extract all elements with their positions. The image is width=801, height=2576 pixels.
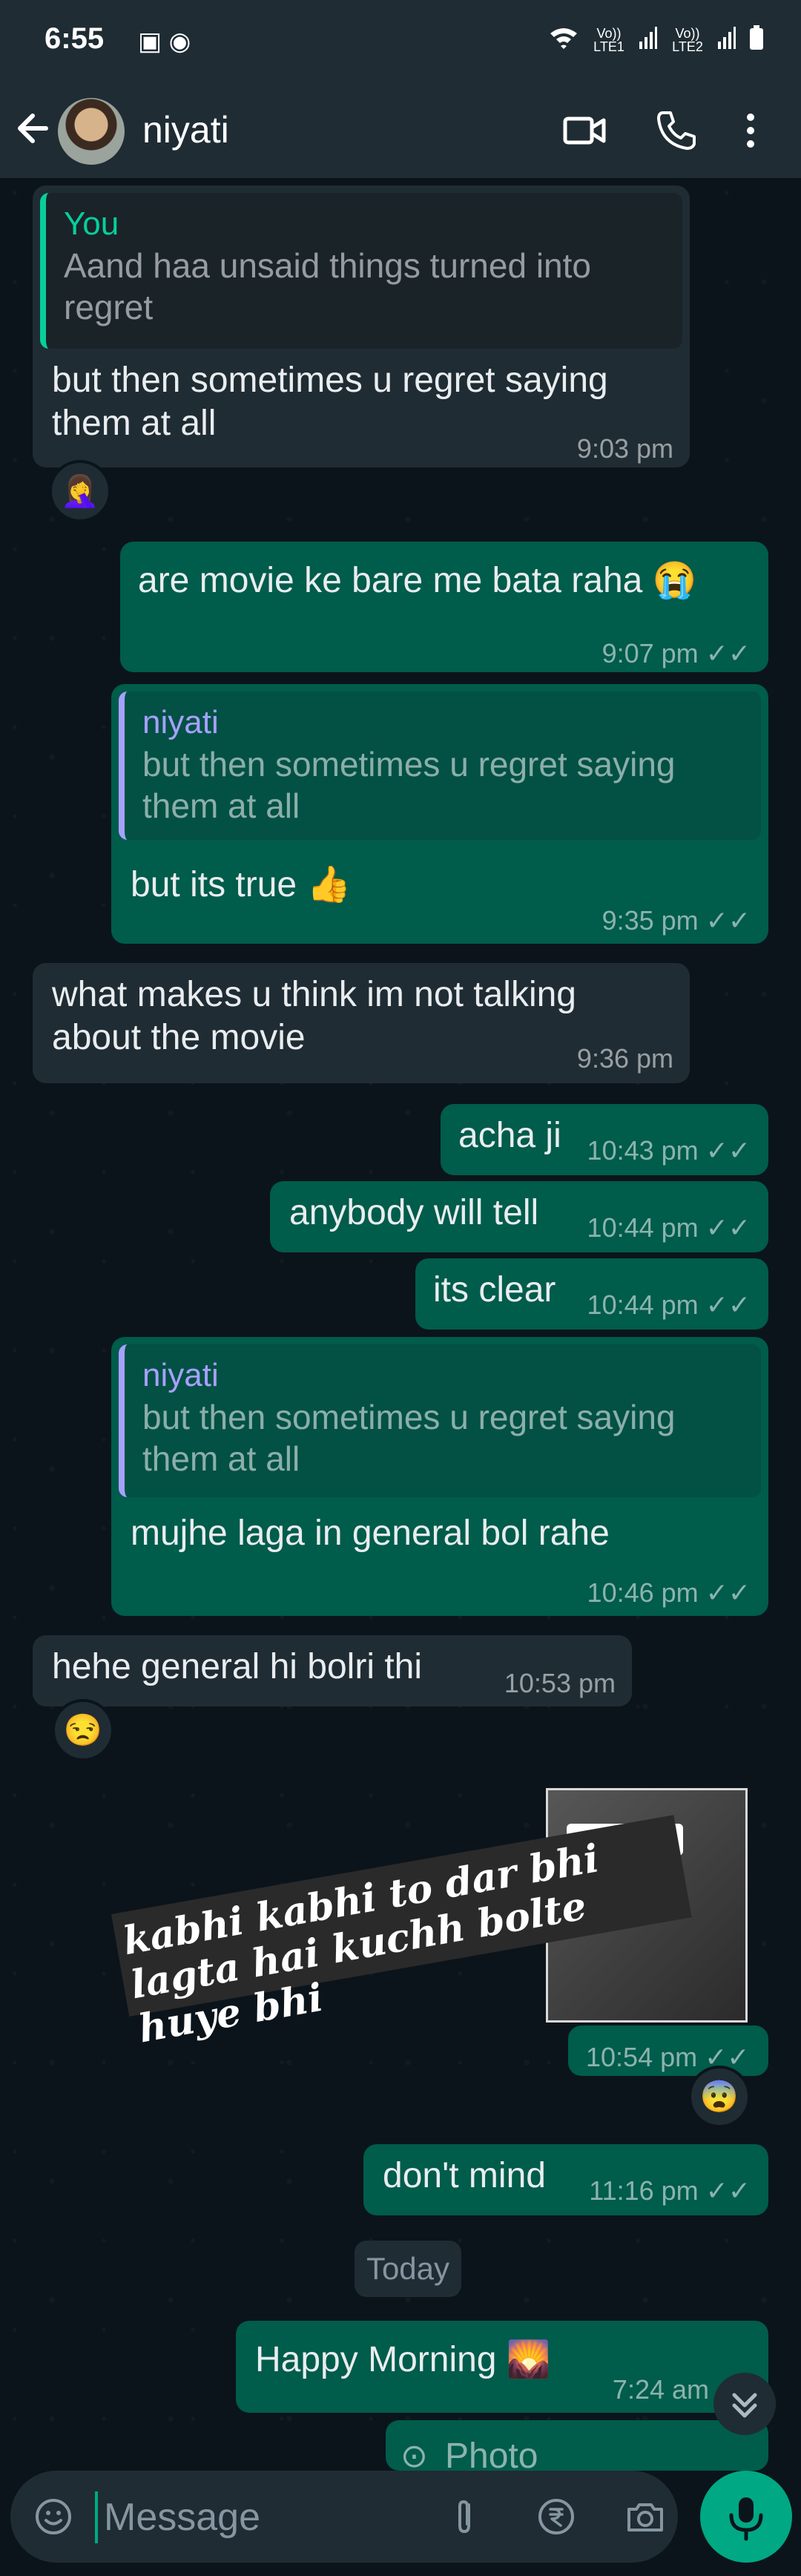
voice-call-icon[interactable] bbox=[653, 107, 700, 154]
text-caret bbox=[95, 2491, 98, 2543]
notification-icons: ▣ ◉ bbox=[138, 27, 191, 56]
message-time: 10:46 pm ✓✓ bbox=[587, 1577, 751, 1608]
status-time: 6:55 bbox=[44, 22, 105, 55]
back-arrow-icon[interactable] bbox=[13, 102, 58, 154]
read-ticks-icon: ✓✓ bbox=[705, 905, 751, 936]
message-outgoing[interactable]: are movie ke bare me bata raha 😭 9:07 pm… bbox=[120, 542, 768, 672]
battery-icon bbox=[749, 25, 764, 55]
read-ticks-icon: ✓✓ bbox=[705, 2175, 751, 2206]
message-outgoing[interactable]: Happy Morning 🌄 7:24 am bbox=[236, 2321, 768, 2413]
message-time: 9:07 pm ✓✓ bbox=[601, 638, 751, 668]
sticker-time-chip: 10:54 pm ✓✓ bbox=[568, 2025, 768, 2076]
message-text: don't mind bbox=[383, 2156, 546, 2195]
quote-text: but then sometimes u regret saying them … bbox=[142, 1398, 676, 1478]
sim1-label: Vo)) LTE1 bbox=[593, 26, 624, 54]
message-outgoing[interactable]: anybody will tell 10:44 pm ✓✓ bbox=[270, 1181, 768, 1252]
message-time: 10:53 pm bbox=[504, 1668, 616, 1698]
scroll-down-icon[interactable] bbox=[713, 2373, 776, 2435]
read-ticks-icon: ✓✓ bbox=[705, 1289, 751, 1320]
message-reaction[interactable]: 😨 bbox=[688, 2066, 751, 2128]
message-outgoing[interactable]: don't mind 11:16 pm ✓✓ bbox=[363, 2144, 768, 2215]
message-time: 11:16 pm ✓✓ bbox=[589, 2175, 751, 2206]
message-time: 9:35 pm ✓✓ bbox=[601, 905, 751, 936]
message-time: 10:43 pm ✓✓ bbox=[587, 1135, 751, 1166]
message-time: 9:03 pm bbox=[576, 433, 673, 464]
quote-author: niyati bbox=[142, 1357, 219, 1393]
message-text: Happy Morning 🌄 bbox=[255, 2340, 551, 2379]
message-text: mujhe laga in general bol rahe bbox=[131, 1514, 610, 1553]
message-text: Photo bbox=[445, 2437, 538, 2471]
system-nav-bar bbox=[0, 2563, 801, 2576]
status-bar: 6:55 ▣ ◉ Vo)) LTE1 Vo)) LTE2 bbox=[0, 0, 801, 82]
message-text: what makes u think im not talking about … bbox=[52, 975, 576, 1057]
message-incoming[interactable]: what makes u think im not talking about … bbox=[33, 963, 690, 1083]
sim2-label: Vo)) LTE2 bbox=[672, 26, 703, 54]
quote-text: Aand haa unsaid things turned into regre… bbox=[64, 246, 591, 326]
message-text: but its true 👍 bbox=[131, 865, 352, 904]
signal-icon bbox=[718, 27, 736, 53]
message-time: 10:44 pm ✓✓ bbox=[587, 1289, 751, 1320]
message-time: 7:24 am bbox=[612, 2374, 709, 2405]
quote-author: niyati bbox=[142, 704, 219, 740]
message-text: anybody will tell bbox=[289, 1193, 539, 1232]
quoted-message[interactable]: niyati but then sometimes u regret sayin… bbox=[119, 1344, 761, 1497]
date-divider: Today bbox=[355, 2241, 461, 2297]
message-text: but then sometimes u regret saying them … bbox=[52, 361, 608, 443]
quote-author: You bbox=[64, 206, 119, 242]
message-reaction[interactable]: 😒 bbox=[52, 1699, 114, 1761]
message-incoming[interactable]: hehe general hi bolri thi 10:53 pm bbox=[33, 1635, 632, 1706]
camera-icon[interactable] bbox=[623, 2494, 668, 2539]
message-text: acha ji bbox=[458, 1116, 561, 1155]
message-outgoing[interactable]: niyati but then sometimes u regret sayin… bbox=[111, 684, 768, 944]
message-outgoing[interactable]: niyati but then sometimes u regret sayin… bbox=[111, 1337, 768, 1616]
quoted-message[interactable]: niyati but then sometimes u regret sayin… bbox=[119, 691, 761, 840]
read-ticks-icon: ✓✓ bbox=[705, 1135, 751, 1166]
read-ticks-icon: ✓✓ bbox=[705, 1577, 751, 1608]
message-time: 10:44 pm ✓✓ bbox=[587, 1212, 751, 1243]
sticker-message[interactable]: chal nikal !!! kabhi kabhi to dar bhi la… bbox=[111, 1788, 756, 2051]
wifi-icon bbox=[549, 26, 578, 54]
emoji-icon[interactable] bbox=[33, 2496, 74, 2537]
quote-text: but then sometimes u regret saying them … bbox=[142, 745, 676, 825]
attach-icon[interactable] bbox=[442, 2494, 487, 2539]
message-outgoing[interactable]: ⊙ Photo bbox=[386, 2420, 768, 2471]
signal-icon bbox=[639, 27, 657, 53]
mic-icon[interactable] bbox=[700, 2471, 792, 2563]
message-input[interactable] bbox=[102, 2487, 461, 2548]
message-text: hehe general hi bolri thi bbox=[52, 1647, 423, 1686]
message-reaction[interactable]: 🤦‍♀️ bbox=[49, 460, 111, 522]
message-text: its clear bbox=[433, 1270, 556, 1310]
message-time: 9:36 pm bbox=[576, 1043, 673, 1074]
more-options-icon[interactable] bbox=[734, 107, 767, 154]
read-ticks-icon: ✓✓ bbox=[705, 638, 751, 668]
video-call-icon[interactable] bbox=[561, 107, 608, 154]
contact-avatar[interactable] bbox=[58, 98, 125, 165]
rupee-payment-icon[interactable] bbox=[534, 2494, 578, 2539]
contact-name[interactable]: niyati bbox=[142, 108, 229, 151]
chat-header: niyati bbox=[0, 82, 801, 178]
message-outgoing[interactable]: acha ji 10:43 pm ✓✓ bbox=[441, 1104, 768, 1175]
quoted-message[interactable]: You Aand haa unsaid things turned into r… bbox=[40, 193, 682, 349]
message-composer bbox=[10, 2471, 678, 2563]
message-outgoing[interactable]: its clear 10:44 pm ✓✓ bbox=[415, 1258, 768, 1330]
read-ticks-icon: ✓✓ bbox=[705, 1212, 751, 1243]
message-text: are movie ke bare me bata raha 😭 bbox=[138, 561, 697, 600]
message-incoming[interactable]: You Aand haa unsaid things turned into r… bbox=[33, 185, 690, 467]
status-right-icons: Vo)) LTE1 Vo)) LTE2 bbox=[549, 25, 764, 55]
photo-icon: ⊙ bbox=[400, 2438, 428, 2471]
